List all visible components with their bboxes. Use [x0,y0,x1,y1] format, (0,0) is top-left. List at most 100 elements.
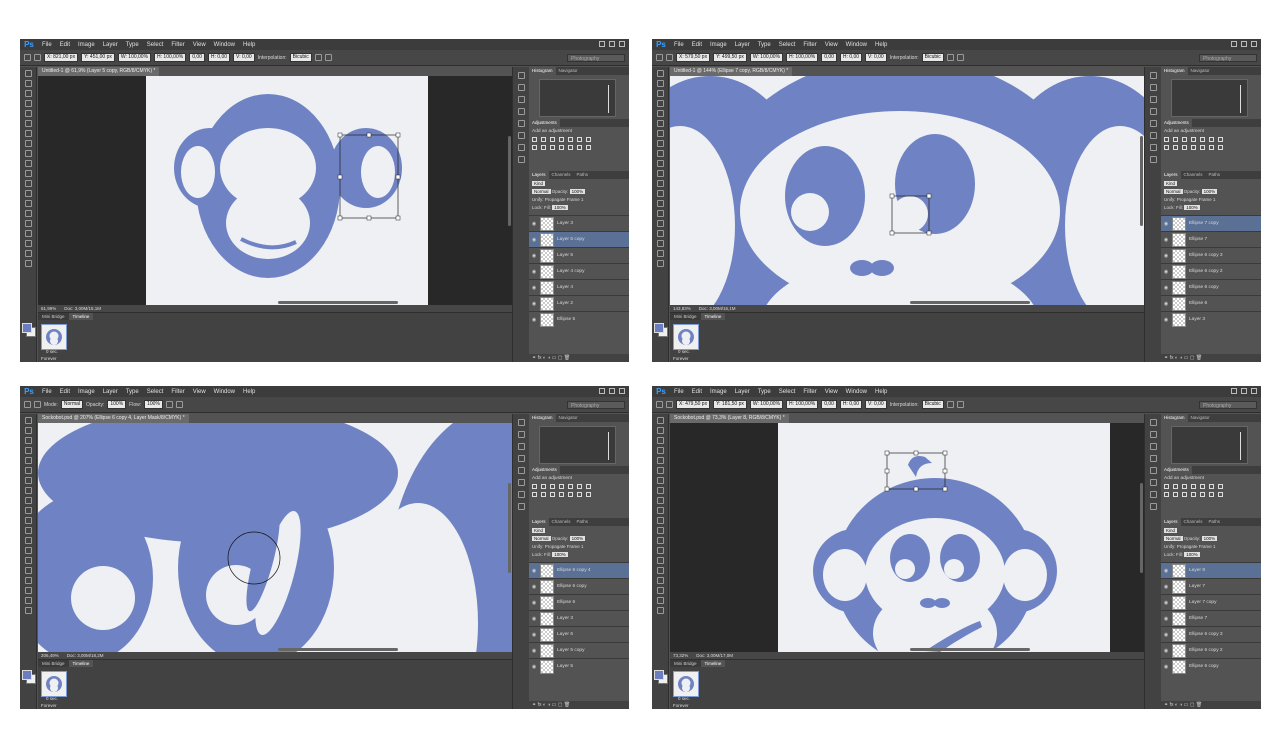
option-field[interactable]: Y: 181,50 px [713,400,747,409]
lasso-tool-icon[interactable] [24,437,32,444]
opacity-field[interactable]: 100% [1201,536,1218,541]
workspace-select[interactable]: Photography [567,54,625,62]
pen-tool-icon[interactable] [656,210,664,217]
vertical-scrollbar[interactable] [1140,483,1143,573]
close-button[interactable] [1251,388,1257,394]
adjustment-icon[interactable] [1200,145,1205,150]
history-icon[interactable] [1149,419,1157,426]
info-icon[interactable] [1149,443,1157,450]
workspace-select[interactable]: Photography [1199,401,1257,409]
option-field[interactable]: H: 0,00 [839,400,863,409]
layer-name[interactable]: Ellipse 6 copy 4 [557,568,591,573]
visibility-eye-icon[interactable]: ◉ [531,253,537,259]
option-field[interactable]: H: 100,00% [786,400,819,409]
layer-name[interactable]: Ellipse 7 [1189,237,1207,242]
layer-row[interactable]: ◉ Layer 3 [529,215,629,231]
brush-tool-icon[interactable] [24,140,32,147]
vertical-scrollbar[interactable] [508,136,511,226]
tool-preset-icon[interactable] [24,54,31,61]
layer-name[interactable]: Layer 6 [557,632,573,637]
menu-item-help[interactable]: Help [239,42,259,48]
tab-mini-bridge[interactable]: Mini Bridge [38,660,69,667]
option-field[interactable]: V: 0,00 [865,53,887,62]
menu-item-edit[interactable]: Edit [688,42,706,48]
swatches-icon[interactable] [1149,455,1157,462]
dodge-tool-icon[interactable] [656,547,664,554]
styles-icon[interactable] [1149,503,1157,510]
tab-timeline[interactable]: Timeline [700,313,726,320]
propagate-checkbox[interactable]: Propagate Frame 1 [545,544,584,549]
marquee-tool-icon[interactable] [24,427,32,434]
frame-thumbnail[interactable] [673,324,699,350]
styles-icon[interactable] [1149,156,1157,163]
crop-tool-icon[interactable] [656,457,664,464]
tab-adjustments[interactable]: Adjustments [529,466,560,474]
commit-transform-icon[interactable] [175,401,183,408]
tab-histogram[interactable]: Histogram [1161,67,1188,75]
workspace-select[interactable]: Photography [1199,54,1257,62]
menu-item-image[interactable]: Image [706,42,731,48]
adjustment-icon[interactable] [1173,492,1178,497]
layer-row[interactable]: ◉ Layer 6 [529,626,629,642]
zoom-tool-icon[interactable] [24,607,32,614]
adjustment-icon[interactable] [586,492,591,497]
visibility-eye-icon[interactable]: ◉ [1163,317,1169,323]
visibility-eye-icon[interactable]: ◉ [1163,664,1169,670]
swatches-icon[interactable] [517,455,525,462]
eraser-tool-icon[interactable] [656,170,664,177]
canvas-area[interactable] [670,423,1144,652]
layer-name[interactable]: Layer 2 [557,301,573,306]
layer-name[interactable]: Layer 3 [1189,317,1205,322]
crop-tool-icon[interactable] [24,457,32,464]
canvas-area[interactable] [38,423,512,652]
menu-item-window[interactable]: Window [210,42,239,48]
healing-tool-icon[interactable] [656,477,664,484]
menu-item-window[interactable]: Window [842,42,871,48]
adjustment-icon[interactable] [532,484,537,489]
adjustment-icon[interactable] [1182,137,1187,142]
option-field[interactable]: Bicubic [289,53,312,62]
horizontal-scrollbar[interactable] [910,648,1030,651]
quick-select-tool-icon[interactable] [656,447,664,454]
layer-row[interactable]: ◉ Layer 5 [529,247,629,263]
brush-presets-icon[interactable] [517,491,525,498]
adjustment-icon[interactable] [550,484,555,489]
tab-adjustments[interactable]: Adjustments [529,119,560,127]
visibility-eye-icon[interactable]: ◉ [531,648,537,654]
tab-layers[interactable]: Layers [529,171,549,179]
visibility-eye-icon[interactable]: ◉ [1163,584,1169,590]
maximize-button[interactable] [1241,41,1247,47]
tab-navigator[interactable]: Navigator [556,414,581,422]
brush-presets-icon[interactable] [1149,491,1157,498]
option-field[interactable]: 0,00 [189,53,205,62]
option-field[interactable]: Bicubic [921,400,944,409]
layer-name[interactable]: Layer 5 [557,253,573,258]
paragraph-icon[interactable] [517,479,525,486]
adjustment-icon[interactable] [559,484,564,489]
zoom-level[interactable]: 143,83% [673,305,691,312]
zoom-tool-icon[interactable] [24,260,32,267]
menu-item-filter[interactable]: Filter [167,389,188,395]
gradient-tool-icon[interactable] [24,180,32,187]
dodge-tool-icon[interactable] [656,200,664,207]
tab-navigator[interactable]: Navigator [1188,414,1213,422]
adjustment-icon[interactable] [1182,484,1187,489]
marquee-tool-icon[interactable] [24,80,32,87]
move-tool-icon[interactable] [24,417,32,424]
opacity-field[interactable]: 100% [569,189,586,194]
layer-name[interactable]: Ellipse 6 copy [557,584,587,589]
visibility-eye-icon[interactable]: ◉ [1163,616,1169,622]
character-icon[interactable] [1149,120,1157,127]
crop-tool-icon[interactable] [656,110,664,117]
adjustment-icon[interactable] [568,137,573,142]
adjustment-icon[interactable] [550,145,555,150]
clone-stamp-tool-icon[interactable] [24,497,32,504]
menu-item-file[interactable]: File [38,389,56,395]
healing-tool-icon[interactable] [656,130,664,137]
layer-row[interactable]: ◉ Layer 7 copy [1161,594,1261,610]
cancel-transform-icon[interactable] [946,54,954,61]
tab-histogram[interactable]: Histogram [529,67,556,75]
layer-row[interactable]: ◉ Layer 3 [1161,311,1261,327]
layer-row[interactable]: ◉ Layer 4 [529,279,629,295]
tab-paths[interactable]: Paths [574,171,592,179]
